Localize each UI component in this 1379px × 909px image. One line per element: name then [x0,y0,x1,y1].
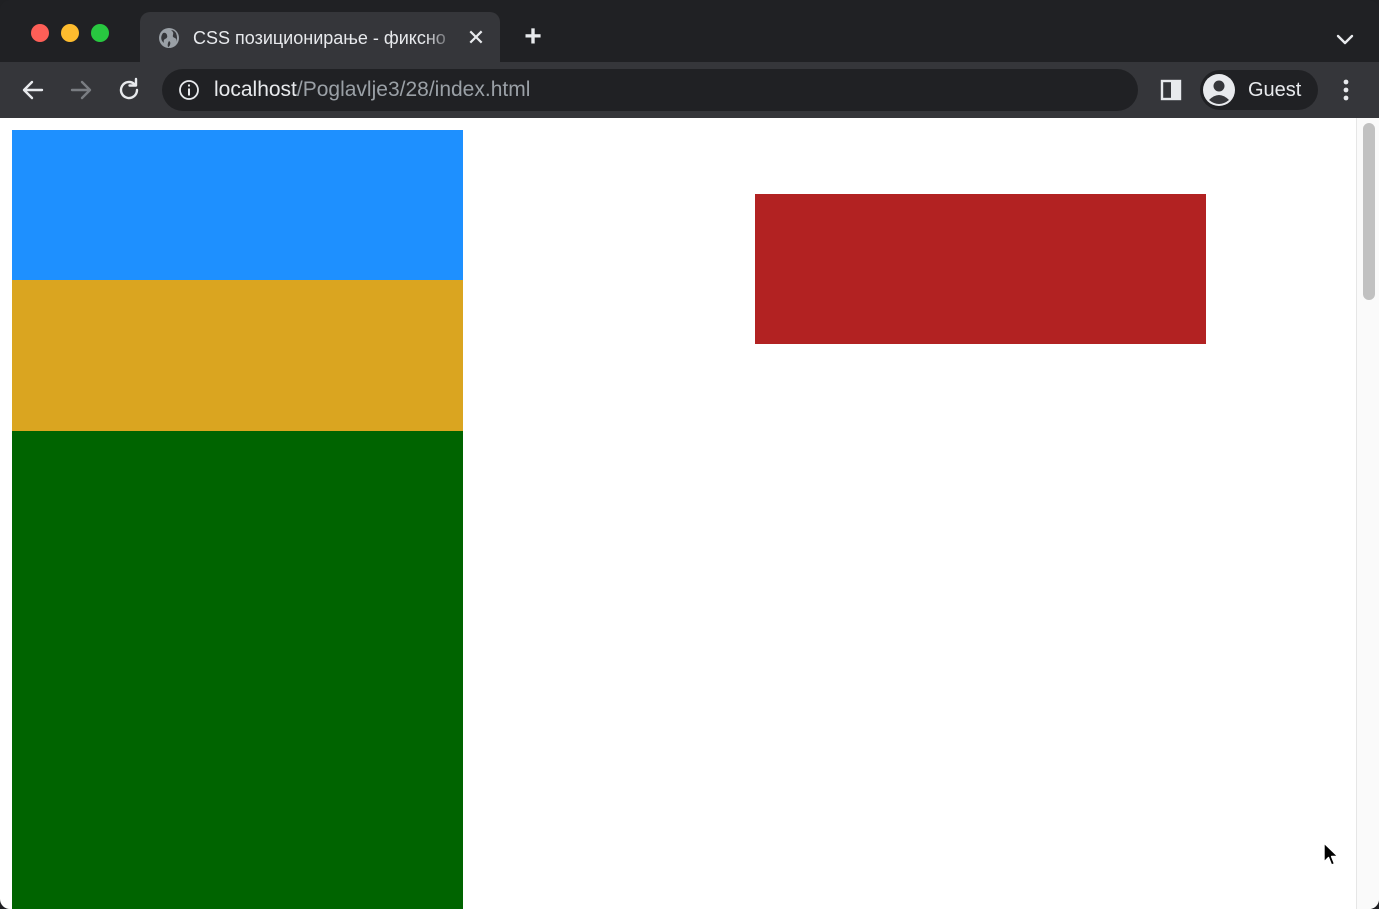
page-viewport [0,118,1379,909]
gold-box [12,280,463,431]
browser-window: CSS позиционирање - фиксно ✕ + localhost… [0,0,1379,909]
chevron-down-icon[interactable] [1332,26,1358,52]
globe-icon [159,28,179,48]
red-box [755,194,1206,344]
tab-strip: CSS позиционирање - фиксно ✕ + [0,0,1379,64]
green-box [12,431,463,909]
url-path: /Poglavlje3/28/index.html [296,78,531,101]
arrow-right-icon[interactable] [67,76,95,104]
address-bar[interactable]: localhost/Poglavlje3/28/index.html [162,69,1138,111]
window-close-button[interactable] [31,24,49,42]
plus-icon[interactable]: + [518,22,548,52]
person-icon [1203,74,1235,106]
url-text[interactable]: localhost/Poglavlje3/28/index.html [214,79,530,101]
arrow-left-icon[interactable] [19,76,47,104]
window-minimize-button[interactable] [61,24,79,42]
url-host: localhost [214,78,297,101]
profile-label: Guest [1248,79,1302,101]
window-maximize-button[interactable] [91,24,109,42]
kebab-menu-icon[interactable] [1333,76,1359,104]
tab-active[interactable]: CSS позиционирање - фиксно ✕ [140,12,500,64]
info-icon[interactable] [178,79,200,101]
cursor-icon [1323,842,1339,866]
close-icon[interactable]: ✕ [464,26,488,50]
blue-box [12,130,463,280]
scrollbar-thumb[interactable] [1363,123,1375,300]
reload-icon[interactable] [115,76,143,104]
vertical-scrollbar[interactable] [1356,118,1379,909]
toolbar: localhost/Poglavlje3/28/index.html Guest [0,62,1379,118]
profile-button[interactable]: Guest [1200,70,1318,110]
tab-title: CSS позиционирање - фиксно [193,28,446,48]
side-panel-icon[interactable] [1158,77,1184,103]
